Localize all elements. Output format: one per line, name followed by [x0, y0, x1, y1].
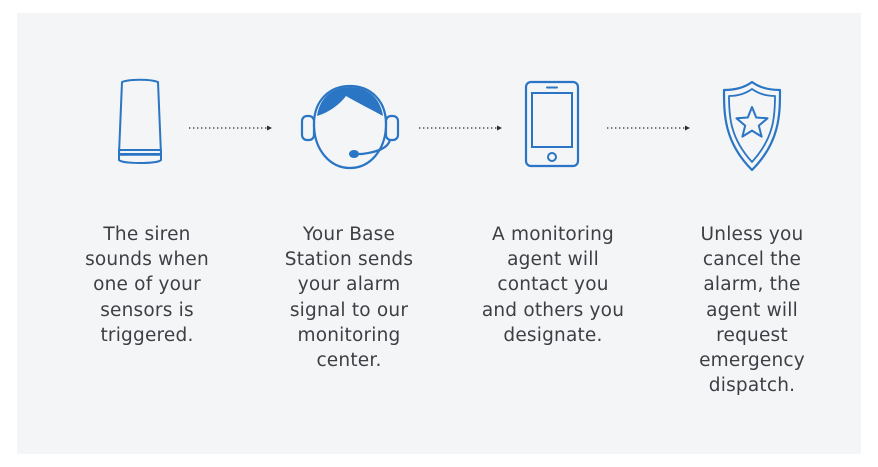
step-4-description: Unless you cancel the alarm, the agent w…: [677, 222, 827, 398]
text-line: Unless you: [700, 224, 804, 245]
text-line: triggered.: [100, 324, 194, 346]
text-line: center.: [316, 350, 382, 372]
text-line: signal to our: [289, 299, 409, 321]
text-line: and others you: [481, 299, 625, 321]
connector-arrow: [419, 123, 505, 133]
text-line: designate.: [503, 324, 603, 346]
text-line: cancel the: [702, 249, 802, 271]
text-line: dispatch.: [708, 375, 796, 397]
police-badge-icon: [720, 78, 784, 174]
text-line: request: [716, 324, 788, 346]
text-line: The siren: [103, 224, 191, 245]
text-line: Station sends: [284, 249, 414, 271]
connector-arrow: [607, 123, 693, 133]
text-line: contact you: [497, 274, 609, 296]
connector-arrow: [189, 123, 275, 133]
text-line: agent will: [706, 299, 798, 321]
text-line: emergency: [699, 350, 805, 372]
text-line: one of your: [93, 274, 201, 296]
step-3-description: A monitoring agent will contact you and …: [478, 222, 628, 348]
text-line: sensors is: [100, 299, 194, 321]
text-line: Your Base: [302, 224, 396, 245]
text-line: agent will: [507, 249, 599, 271]
text-line: monitoring: [297, 324, 401, 346]
step-2-description: Your Base Station sends your alarm signa…: [274, 222, 424, 373]
siren-icon: [110, 78, 170, 168]
step-1-description: The siren sounds when one of your sensor…: [72, 222, 222, 348]
headset-agent-icon: [300, 80, 400, 172]
text-line: A monitoring: [492, 224, 614, 245]
text-line: alarm, the: [703, 274, 801, 296]
text-line: your alarm: [297, 274, 401, 296]
text-line: sounds when: [85, 249, 209, 271]
smartphone-icon: [522, 78, 582, 170]
